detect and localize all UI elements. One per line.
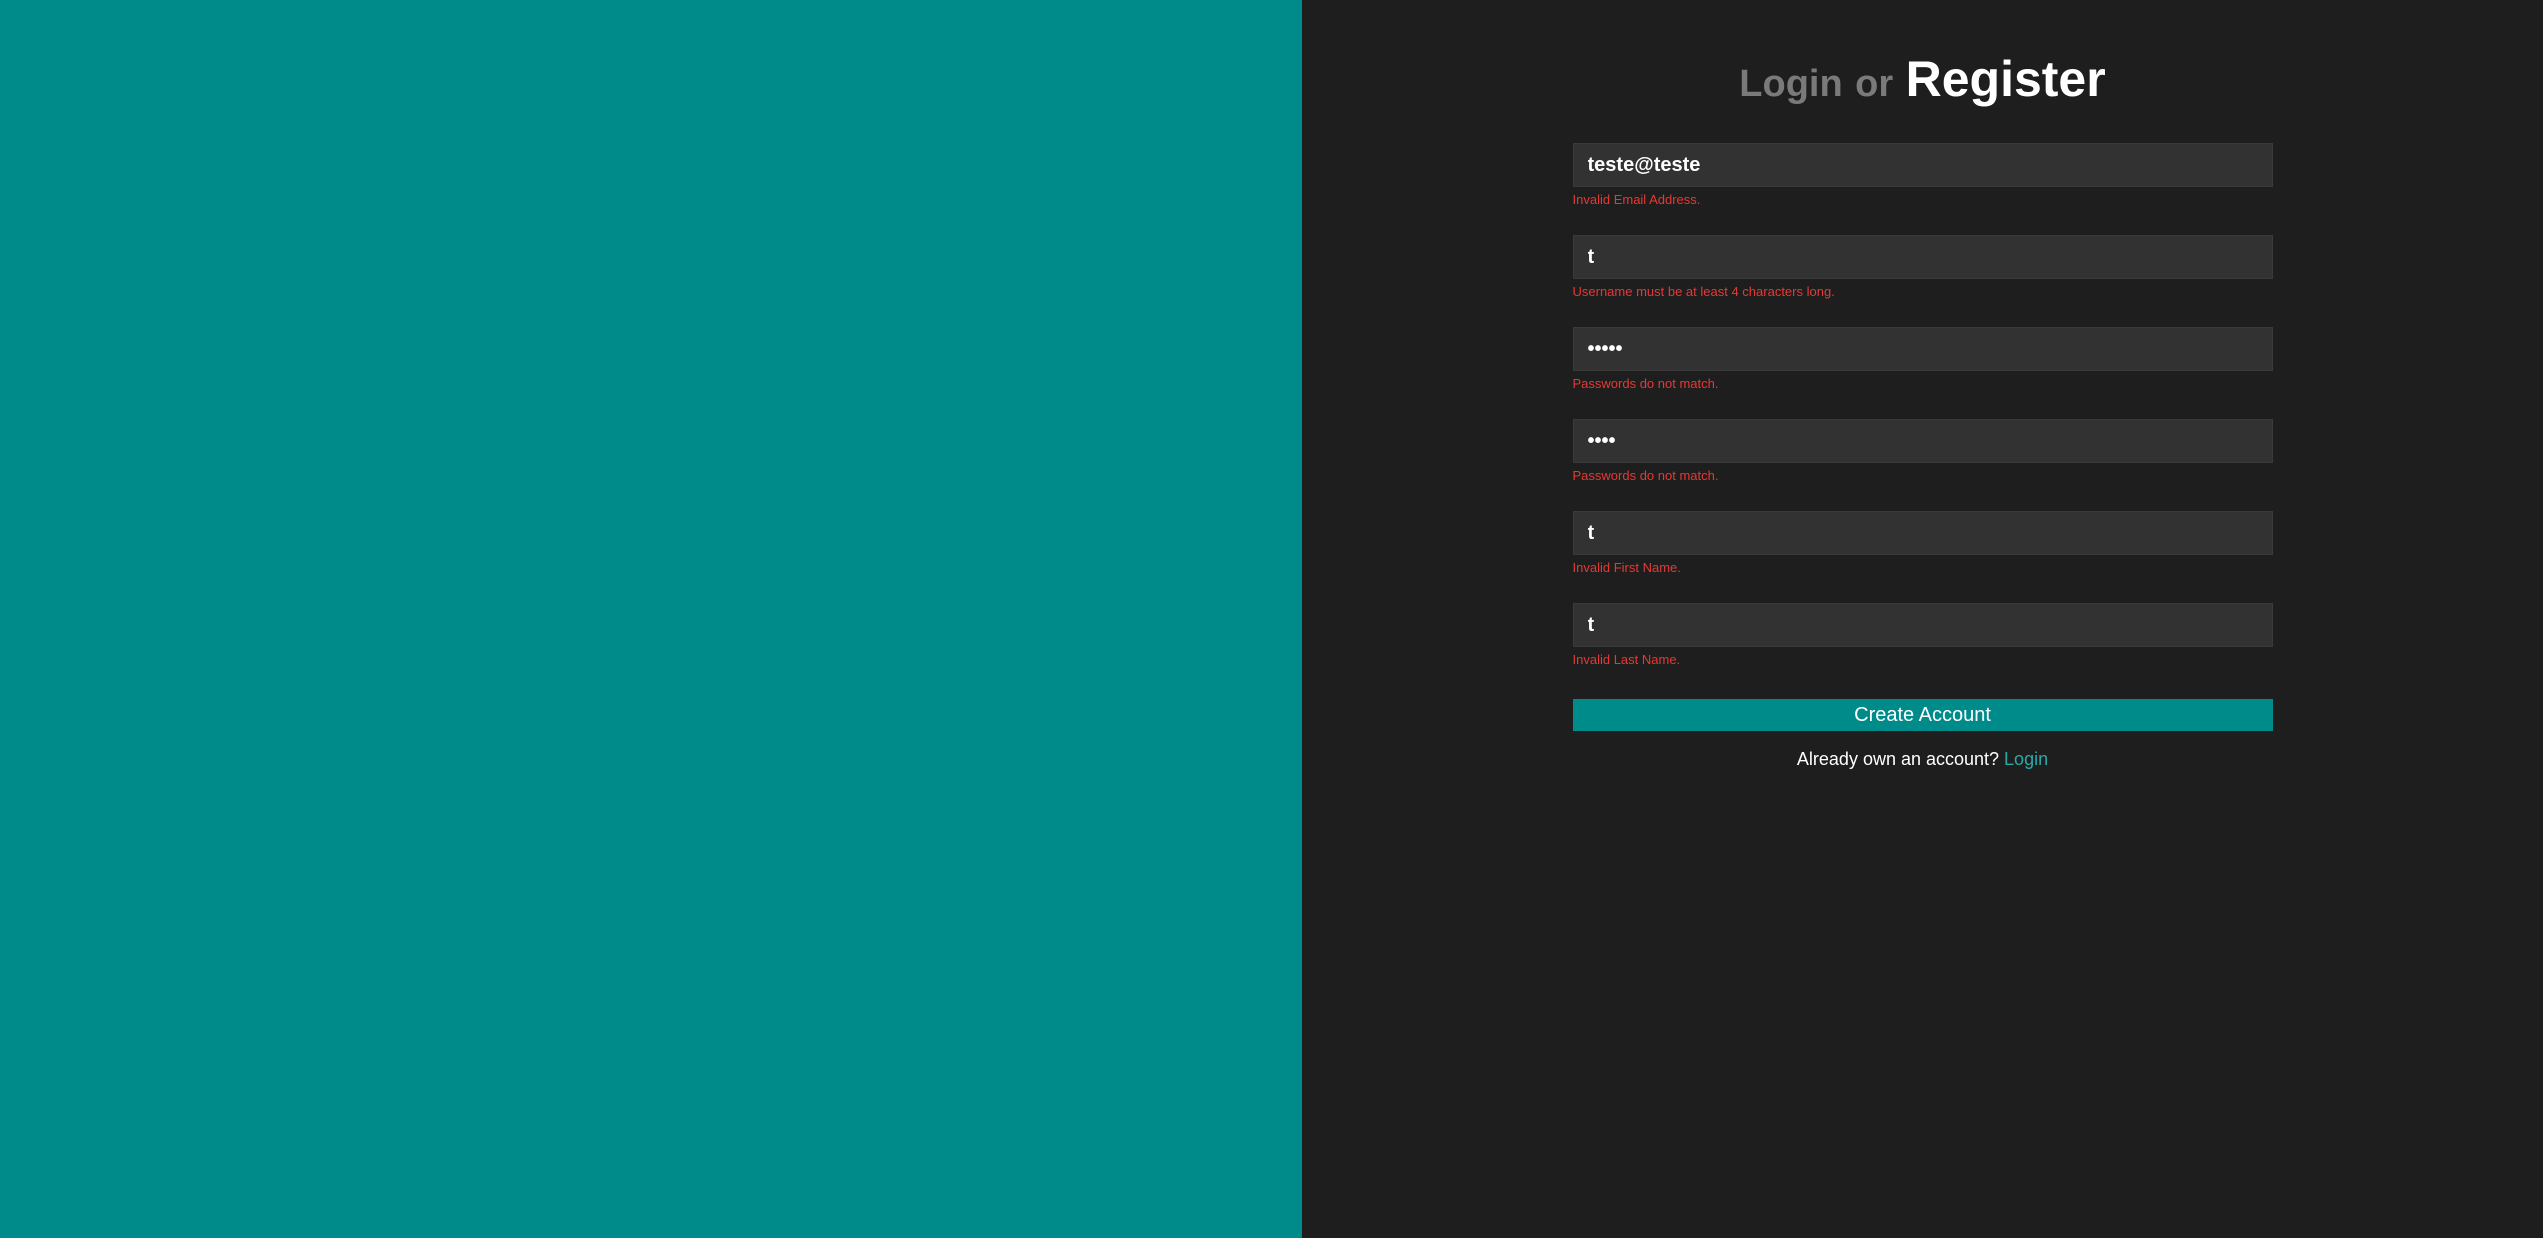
footer-prompt-text: Already own an account? [1797,749,2004,769]
confirm-password-field-group: Passwords do not match. [1573,419,2273,483]
register-panel: Login or Register Invalid Email Address.… [1302,0,2543,1238]
username-field-group: Username must be at least 4 characters l… [1573,235,2273,299]
password-error: Passwords do not match. [1573,376,2273,391]
email-error: Invalid Email Address. [1573,192,2273,207]
last-name-input[interactable] [1573,603,2273,647]
confirm-password-error: Passwords do not match. [1573,468,2273,483]
login-tab-label[interactable]: Login [1739,63,1842,105]
last-name-field-group: Invalid Last Name. [1573,603,2273,667]
username-input[interactable] [1573,235,2273,279]
create-account-button[interactable]: Create Account [1573,699,2273,731]
heading-separator: or [1855,63,1893,105]
first-name-error: Invalid First Name. [1573,560,2273,575]
first-name-input[interactable] [1573,511,2273,555]
password-field-group: Passwords do not match. [1573,327,2273,391]
confirm-password-input[interactable] [1573,419,2273,463]
footer-prompt: Already own an account? Login [1573,749,2273,770]
password-input[interactable] [1573,327,2273,371]
first-name-field-group: Invalid First Name. [1573,511,2273,575]
register-form: Invalid Email Address. Username must be … [1573,143,2273,770]
username-error: Username must be at least 4 characters l… [1573,284,2273,299]
login-link[interactable]: Login [2004,749,2048,769]
email-field-group: Invalid Email Address. [1573,143,2273,207]
register-tab-label[interactable]: Register [1906,51,2106,107]
page-heading: Login or Register [1739,50,2105,108]
email-input[interactable] [1573,143,2273,187]
last-name-error: Invalid Last Name. [1573,652,2273,667]
left-hero-panel [0,0,1302,1238]
